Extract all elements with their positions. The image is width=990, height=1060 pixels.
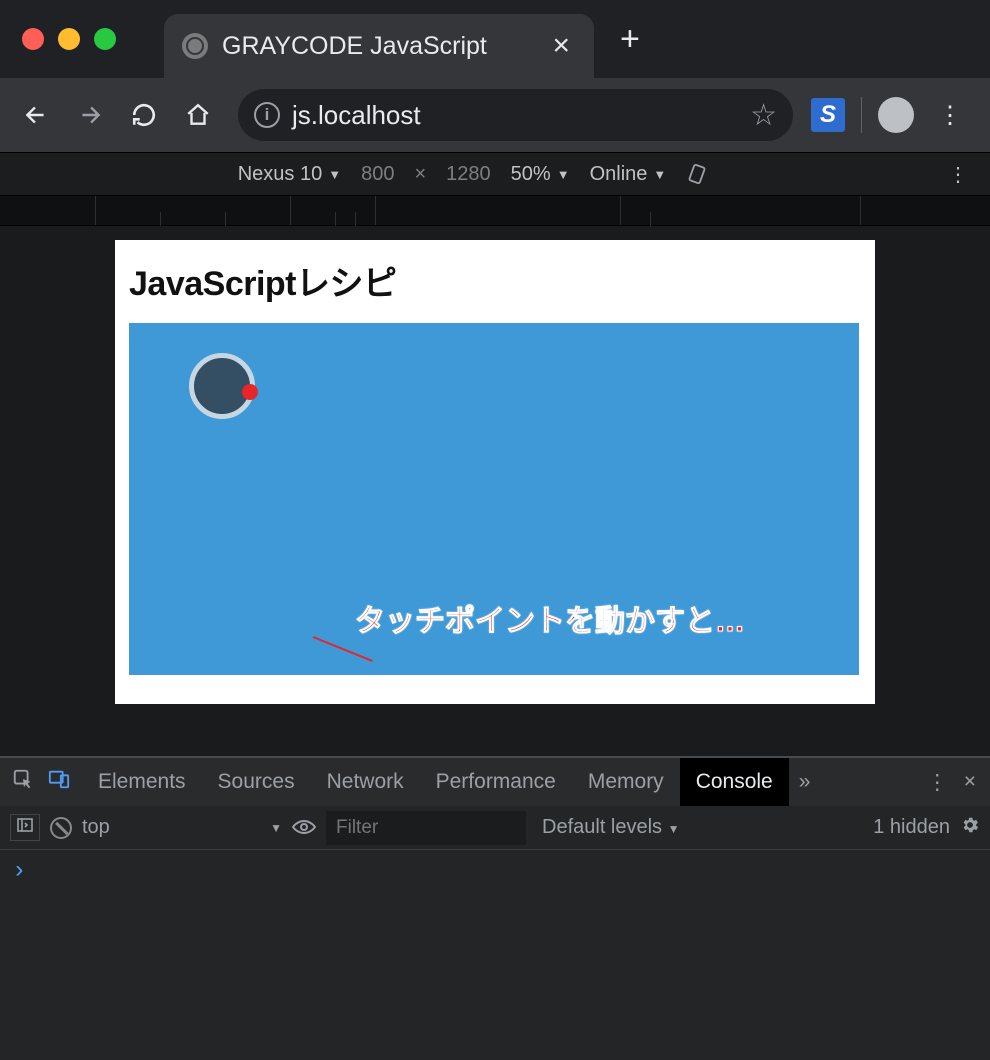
tab-sources[interactable]: Sources (202, 758, 311, 806)
chevron-down-icon: ▼ (668, 822, 680, 836)
network-select[interactable]: Online ▼ (580, 163, 677, 186)
rotate-button[interactable] (676, 163, 718, 185)
console-output[interactable]: › (0, 850, 990, 1060)
viewport: JavaScriptレシピ タッチポイントを動かすと… (0, 226, 990, 756)
forward-button[interactable] (68, 93, 112, 137)
site-info-icon[interactable]: i (254, 102, 280, 128)
device-toolbar: Nexus 10 ▼ 800 × 1280 50% ▼ Online ▼ ⋮ (0, 152, 990, 196)
console-toolbar: top ▼ Default levels ▼ 1 hidden (0, 806, 990, 850)
tab-strip: GRAYCODE JavaScript × + (0, 0, 990, 78)
devtools-menu-icon[interactable]: ⋮ (927, 770, 948, 795)
levels-select[interactable]: Default levels ▼ (542, 816, 680, 839)
tab-memory[interactable]: Memory (572, 758, 680, 806)
globe-icon (182, 33, 208, 59)
levels-value: Default levels (542, 816, 662, 838)
tab-elements[interactable]: Elements (82, 758, 202, 806)
browser-menu-icon[interactable]: ⋮ (924, 101, 976, 130)
minimize-window-icon[interactable] (58, 28, 80, 50)
chevron-down-icon: ▼ (653, 167, 666, 182)
hidden-count[interactable]: 1 hidden (873, 816, 950, 839)
devtools-tabs: Elements Sources Network Performance Mem… (0, 756, 990, 806)
filter-input[interactable] (326, 811, 526, 845)
zoom-value: 50% (511, 163, 551, 186)
viewport-height[interactable]: 1280 (436, 163, 501, 186)
device-toolbar-menu[interactable]: ⋮ (938, 162, 982, 187)
inspect-icon[interactable] (12, 768, 34, 796)
zoom-select[interactable]: 50% ▼ (501, 163, 580, 186)
browser-tab[interactable]: GRAYCODE JavaScript × (164, 14, 594, 78)
context-select[interactable]: top ▼ (82, 816, 282, 839)
device-select[interactable]: Nexus 10 ▼ (228, 163, 351, 186)
reload-button[interactable] (122, 93, 166, 137)
extension-icon[interactable]: S (811, 98, 845, 132)
tab-network[interactable]: Network (311, 758, 420, 806)
toggle-device-icon[interactable] (48, 768, 70, 796)
omnibox[interactable]: i js.localhost ☆ (238, 89, 793, 141)
home-button[interactable] (176, 93, 220, 137)
device-name: Nexus 10 (238, 163, 323, 186)
dimension-x: × (404, 163, 436, 186)
page-heading: JavaScriptレシピ (129, 256, 861, 305)
new-tab-button[interactable]: + (594, 20, 666, 59)
close-window-icon[interactable] (22, 28, 44, 50)
clear-console-icon[interactable] (50, 817, 72, 839)
viewport-width[interactable]: 800 (351, 163, 404, 186)
profile-avatar-icon[interactable] (878, 97, 914, 133)
window-controls (0, 28, 138, 50)
tab-performance[interactable]: Performance (420, 758, 572, 806)
annotation-text: タッチポイントを動かすと… (355, 596, 745, 640)
emulated-page[interactable]: JavaScriptレシピ タッチポイントを動かすと… (115, 240, 875, 704)
zoom-window-icon[interactable] (94, 28, 116, 50)
console-prompt-icon: › (12, 858, 26, 885)
touch-point-icon[interactable] (189, 353, 255, 419)
console-sidebar-toggle-icon[interactable] (10, 814, 40, 841)
ruler (0, 196, 990, 226)
url-text: js.localhost (292, 100, 421, 131)
back-button[interactable] (14, 93, 58, 137)
devtools-close-icon[interactable]: × (964, 770, 976, 794)
tab-console[interactable]: Console (680, 758, 789, 806)
network-value: Online (590, 163, 648, 186)
address-bar: i js.localhost ☆ S ⋮ (0, 78, 990, 152)
context-value: top (82, 816, 110, 839)
chevron-down-icon: ▼ (270, 821, 282, 835)
separator (861, 97, 862, 133)
tabs-overflow-icon[interactable]: » (789, 770, 821, 794)
close-tab-icon[interactable]: × (546, 29, 576, 63)
bookmark-icon[interactable]: ☆ (750, 98, 777, 133)
console-settings-icon[interactable] (960, 815, 980, 841)
live-expression-icon[interactable] (292, 815, 316, 841)
tab-title: GRAYCODE JavaScript (222, 32, 532, 61)
chevron-down-icon: ▼ (328, 167, 341, 182)
chevron-down-icon: ▼ (557, 167, 570, 182)
